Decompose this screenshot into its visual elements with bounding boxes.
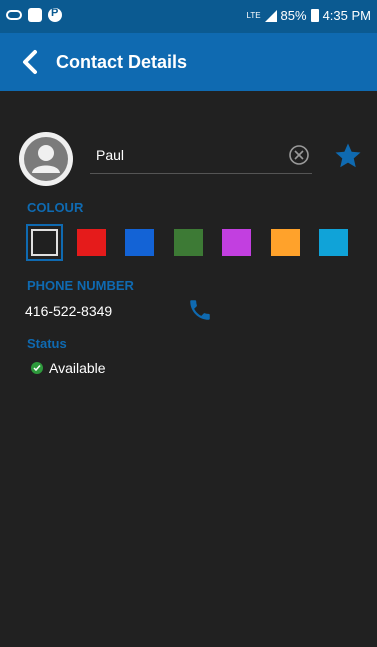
clear-circle-icon <box>289 145 309 165</box>
name-field[interactable]: Paul <box>90 137 312 174</box>
status-bar-system: LTE 85% 4:35 PM <box>246 8 371 23</box>
colour-swatch-3[interactable] <box>174 229 203 256</box>
avatar[interactable] <box>19 132 73 186</box>
phone-number-label: PHONE NUMBER <box>27 278 134 293</box>
colour-swatch-1[interactable] <box>77 229 106 256</box>
image-icon <box>28 8 42 22</box>
network-type: LTE <box>246 10 261 20</box>
clock: 4:35 PM <box>322 8 371 23</box>
battery-icon <box>310 9 319 22</box>
check-circle-icon <box>31 362 43 374</box>
colour-swatch-0[interactable] <box>26 224 63 261</box>
status-row: Available <box>31 360 106 376</box>
clear-name-button[interactable] <box>288 144 310 166</box>
colour-swatch-4[interactable] <box>222 229 251 256</box>
person-icon <box>24 137 68 181</box>
status-value: Available <box>49 360 106 376</box>
battery-percent: 85% <box>280 8 307 23</box>
app-bar: Contact Details <box>0 33 377 91</box>
colour-swatch-6[interactable] <box>319 229 348 256</box>
voicemail-icon <box>6 10 22 20</box>
name-input-value[interactable]: Paul <box>96 147 124 163</box>
phone-icon <box>190 300 210 320</box>
colour-label: COLOUR <box>27 200 84 215</box>
colour-swatch-0-fill <box>31 229 58 256</box>
page-title: Contact Details <box>56 52 188 72</box>
star-icon <box>335 143 361 168</box>
call-button[interactable] <box>187 297 213 323</box>
colour-swatch-2[interactable] <box>125 229 154 256</box>
phone-number-value: 416-522-8349 <box>25 303 113 319</box>
colour-swatch-5[interactable] <box>271 229 300 256</box>
back-button[interactable] <box>16 47 46 77</box>
parking-icon <box>48 7 62 22</box>
status-bar: LTE 85% 4:35 PM <box>0 0 377 33</box>
signal-icon <box>264 9 277 22</box>
favorite-button[interactable] <box>333 141 363 171</box>
status-label: Status <box>27 336 67 351</box>
status-bar-notifications <box>6 7 62 22</box>
chevron-left-icon <box>23 50 37 74</box>
